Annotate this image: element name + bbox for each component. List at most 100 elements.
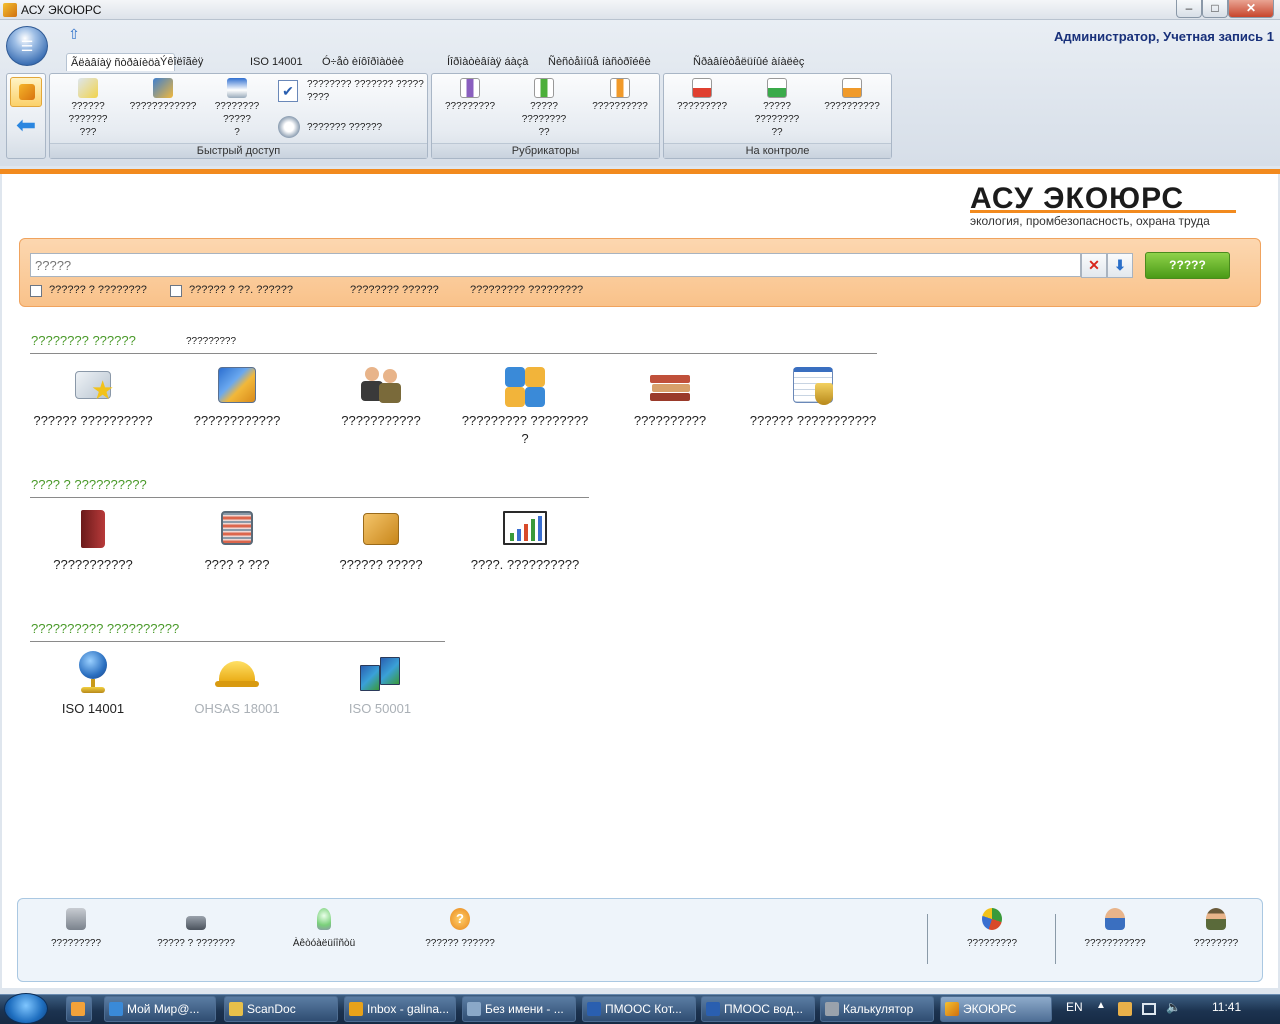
taskbar-item-2[interactable]: ScanDoc [224,996,338,1022]
tray-app-icon[interactable] [1118,1002,1132,1016]
search-link-1[interactable]: ???????? ?????? [350,284,439,296]
taskbar-item-6[interactable]: ПМООС вод... [701,996,815,1022]
tile-abacus[interactable]: ???? ? ??? [165,507,309,574]
outlook-icon [349,1002,363,1016]
taskbar-item-1[interactable]: Мой Мир@... [104,996,216,1022]
tile-mail[interactable]: ★ ?????? ?????????? [21,363,165,430]
app-menu-button[interactable]: ☰ [6,26,48,66]
bottom-item-1[interactable]: ????????? [26,908,126,949]
tab-accounting[interactable]: Ó÷åò èíôîðìàöèè [322,53,404,71]
bottom-item-7[interactable]: ???????? [1166,908,1266,949]
search-checkbox-2[interactable] [170,285,182,297]
rubricator-button-1[interactable]: ????????? [436,78,504,113]
scanner-icon [186,916,206,930]
taskbar-item-5[interactable]: ПМООС Кот... [582,996,696,1022]
tile-ohsas-18001[interactable]: OHSAS 18001 [165,651,309,718]
tile-secure-registry[interactable]: ?????? ??????????? [741,363,885,430]
columns-orange-icon [610,78,630,98]
tab-comparative-analysis[interactable]: Ñðàâíèòåëüíûé àíàëèç [693,53,804,71]
control-button-3[interactable]: ?????????? [818,78,886,113]
start-button[interactable] [4,993,48,1024]
tile-staff[interactable]: ??????????? [309,363,453,430]
section-title-2[interactable]: ???? ? ?????????? [31,477,147,492]
bottom-item-3[interactable]: Àêòóàëüíîñòü [274,908,374,949]
tile-stat-charts[interactable]: ????. ?????????? [453,507,597,574]
bottom-item-6[interactable]: ??????????? [1065,908,1165,949]
minimize-button[interactable]: – [1176,0,1202,18]
tab-home[interactable]: Ãëàâíàÿ ñòðàíèöà [66,53,176,71]
tile-iso-14001[interactable]: ISO 14001 [21,651,165,718]
clock[interactable]: 11:41 [1212,1000,1241,1014]
browser-icon [109,1002,123,1016]
document-search-icon [227,78,247,98]
window-titlebar: АСУ ЭКОЮРС – □ ✕ [0,0,1280,20]
bottom-separator [927,914,928,964]
search-checkbox-1[interactable] [30,285,42,297]
tile-library[interactable]: ?????????? [598,363,742,430]
checklist-icon: ✔ [278,80,298,102]
search-input[interactable] [30,253,1081,277]
clear-search-button[interactable]: ✕ [1081,253,1107,278]
network-icon[interactable] [1142,1003,1156,1015]
tools-icon [278,116,300,138]
tile-folder[interactable]: ?????? ????? [309,507,453,574]
quick-access-up-icon[interactable]: ⇧ [66,27,82,41]
volume-icon[interactable]: 🔈 [1166,1000,1181,1014]
quick-small-item-1[interactable]: ???????? ??????? ????? ???? [307,78,427,104]
pie-chart-icon [982,908,1002,930]
quick-button-1[interactable]: ?????? ??????? ??? [52,78,124,139]
bottom-item-2[interactable]: ????? ? ??????? [146,908,246,949]
control-button-2[interactable]: ????? ???????? ?? [740,78,814,139]
menu-list-icon: ☰ [20,38,34,54]
energy-panels-icon [358,651,402,695]
taskbar-item-8[interactable]: ЭКОЮРС [940,996,1052,1022]
close-button[interactable]: ✕ [1228,0,1274,18]
ribbon-group-caption: На контроле [664,143,891,158]
search-link-2[interactable]: ????????? ????????? [470,284,583,296]
rubricator-button-2[interactable]: ????? ???????? ?? [508,78,580,139]
quick-small-item-2[interactable]: ??????? ?????? [307,121,427,134]
quick-button-2[interactable]: ???????????? [128,78,198,113]
rubricator-button-3[interactable]: ?????????? [586,78,654,113]
taskbar-item-4[interactable]: Без имени - ... [462,996,576,1022]
search-checkbox-2-label: ?????? ? ??. ?????? [189,284,293,296]
bottom-item-4[interactable]: ? ?????? ?????? [410,908,510,949]
back-arrow-icon[interactable]: ⬅ [12,114,40,138]
section-1-extra-link[interactable]: ????????? [186,336,236,347]
section-title-3[interactable]: ?????????? ?????????? [31,621,179,636]
language-indicator[interactable]: EN [1066,1000,1083,1014]
tile-label: ?????? ??????????? [749,413,877,428]
envelope-star-icon [78,78,98,98]
tile-label: ISO 14001 [61,701,125,716]
section-divider [30,641,445,642]
bottom-item-5[interactable]: ????????? [942,908,1042,949]
taskbar-item-7[interactable]: Калькулятор [820,996,934,1022]
tile-puzzle[interactable]: ????????? ???????? ? [453,363,597,448]
tile-reference-book[interactable]: ??????????? [21,507,165,574]
people-icon [359,363,403,407]
tile-photos[interactable]: ???????????? [165,363,309,430]
quick-button-3[interactable]: ???????? ????? ? [202,78,272,139]
maximize-button[interactable]: □ [1202,0,1228,18]
control-button-1[interactable]: ????????? [668,78,736,113]
ribbon-group-caption: Быстрый доступ [50,143,427,158]
tray-expand-icon[interactable]: ▲ [1096,1000,1106,1011]
taskbar-item-3[interactable]: Inbox - galina... [344,996,456,1022]
tile-iso-50001[interactable]: ISO 50001 [308,651,452,718]
tab-system-settings[interactable]: Ñèñòåìíûå íàñòðîéêè [548,53,651,71]
show-desktop-button[interactable] [66,996,92,1022]
books-icon [648,363,692,407]
user-account-label[interactable]: Администратор, Учетная запись 1 [1054,29,1274,44]
tab-ecology[interactable]: Ýêîëîãèÿ [160,53,203,71]
search-options-button[interactable]: ⬇ [1107,253,1133,278]
section-title-1[interactable]: ???????? ?????? [31,333,136,348]
document-red-icon [692,78,712,98]
lightbulb-icon [317,908,331,930]
tab-normative-base[interactable]: Íîðìàòèâíàÿ áàçà [447,53,528,71]
find-button[interactable]: ????? [1145,252,1230,279]
printer-icon [66,908,86,930]
home-nav-button[interactable] [10,77,42,107]
tab-iso14001[interactable]: ISO 14001 [250,53,303,71]
bottom-separator [1055,914,1056,964]
brand-logo-underline [970,210,1236,213]
